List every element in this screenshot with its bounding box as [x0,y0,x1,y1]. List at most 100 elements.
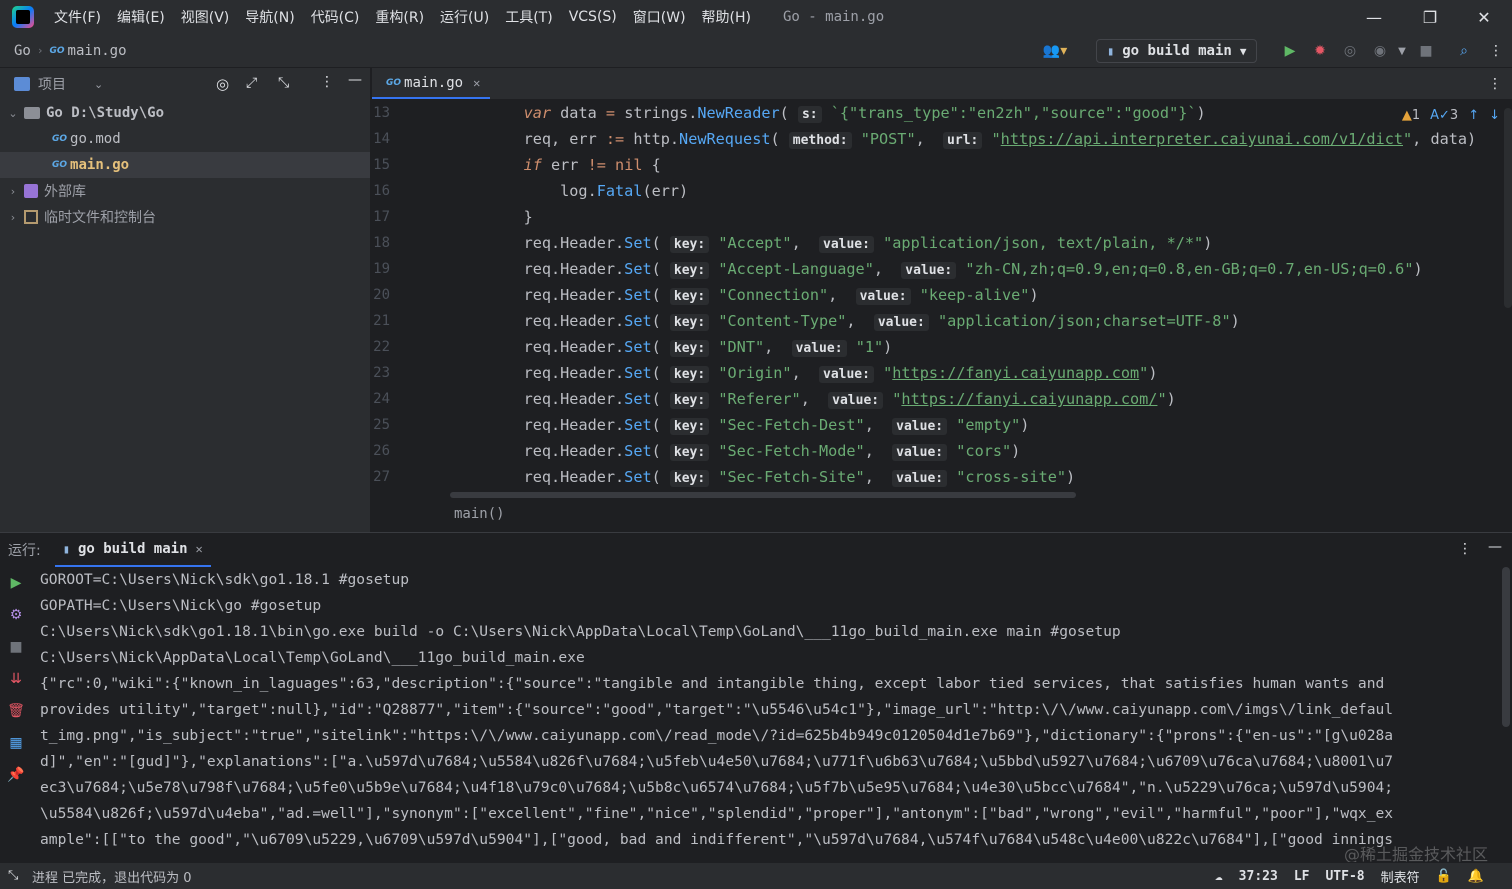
parameter-hint: value: [819,236,874,253]
header-value[interactable]: https://fanyi.caiyunapp.com/ [901,390,1157,408]
method-name: Set [624,468,652,486]
chevron-right-icon[interactable]: › [6,185,20,198]
header-value[interactable]: https://fanyi.caiyunapp.com [892,364,1139,382]
line-number: 15 [373,157,390,173]
identifier: .Header. [551,234,625,252]
run-configuration-selector[interactable]: ▮ go build main ▼ [1096,39,1258,63]
editor-options-icon[interactable]: ⋮ [1488,76,1502,92]
parameter-hint: value: [892,418,948,435]
console-line: GOPATH=C:\Users\Nick\go #gosetup [40,597,322,614]
menu-edit[interactable]: 编辑(E) [109,7,173,27]
parameter-hint: key: [669,444,710,461]
debug-icon[interactable]: ✹ [1312,43,1328,59]
hide-panel-icon[interactable]: — [1488,539,1502,555]
run-icon[interactable]: ▶ [1282,43,1298,59]
console-output[interactable]: GOROOT=C:\Users\Nick\sdk\go1.18.1 #goset… [40,567,1500,853]
run-tab[interactable]: ▮ go build main ✕ [54,533,211,567]
menu-help[interactable]: 帮助(H) [694,7,759,27]
menu-navigate[interactable]: 导航(N) [237,7,302,27]
run-options-icon[interactable]: ⋮ [1458,541,1472,557]
pin-icon[interactable]: 📌 [0,759,32,791]
scroll-to-end-icon[interactable]: ⇊ [0,663,32,695]
layout-icon[interactable]: ▦ [0,727,32,759]
more-icon[interactable]: ⋮ [1488,43,1504,59]
close-tab-icon[interactable]: ✕ [196,542,203,556]
menu-code[interactable]: 代码(C) [303,7,368,27]
stop-icon[interactable]: ■ [1418,43,1434,59]
profile-icon[interactable]: ◉ [1372,43,1388,59]
breadcrumb-project[interactable]: Go [14,43,31,59]
caret-position[interactable]: 37:23 [1239,869,1278,884]
tree-item-label: 临时文件和控制台 [44,210,156,226]
ai-assistant-icon[interactable]: ☁ [1215,869,1223,884]
parameter-hint: url: [943,132,983,149]
coverage-icon[interactable]: ◎ [1342,43,1358,59]
identifier: .Header. [551,364,625,382]
line-number: 25 [373,417,390,433]
close-window-button[interactable]: ✕ [1456,0,1512,34]
search-icon[interactable]: ⌕ [1456,43,1472,59]
method-name: Set [624,234,652,252]
expand-all-icon[interactable]: ⤢ [246,75,257,91]
menu-tools[interactable]: 工具(T) [497,7,560,27]
code-area[interactable]: var data = strings.NewReader( s: `{"tran… [487,100,1507,490]
chevron-right-icon[interactable]: › [6,211,20,224]
minimize-button[interactable]: — [1346,0,1402,34]
menu-view[interactable]: 视图(V) [173,7,238,27]
header-key: Sec-Fetch-Site [727,468,856,486]
more-run-chevron-icon[interactable]: ▼ [1394,43,1410,59]
clear-all-icon[interactable]: 🗑 [0,695,32,727]
stop-icon[interactable]: ■ [0,631,32,663]
notifications-icon[interactable]: 🔔 [1468,869,1484,884]
tree-item-label: go.mod [70,131,121,147]
goland-logo-icon[interactable] [12,6,34,28]
menu-vcs[interactable]: VCS(S) [561,9,625,25]
breadcrumb-file[interactable]: main.go [68,43,127,59]
tab-main-go[interactable]: GO main.go ✕ [372,68,491,99]
project-view-icon [14,77,30,91]
rerun-icon[interactable]: ▶ [0,567,32,599]
header-value: zh-CN,zh;q=0.9,en;q=0.8,en-GB;q=0.7,en-U… [974,260,1405,278]
tree-item-external-libraries[interactable]: › 外部库 [0,178,370,204]
line-number: 21 [373,313,390,329]
hide-panels-icon[interactable]: ⤡ [8,868,18,883]
url-link[interactable]: https://api.interpreter.caiyunai.com/v1/… [1001,130,1403,148]
indent-setting[interactable]: 制表符 [1381,867,1420,886]
horizontal-scrollbar[interactable] [450,492,1076,498]
code-breadcrumb[interactable]: main() [454,506,505,522]
restore-button[interactable]: ❐ [1402,0,1458,34]
menu-file[interactable]: 文件(F) [46,7,109,27]
restore-icon: ❐ [1422,7,1438,27]
collaboration-icon[interactable]: 👥▾ [1040,43,1070,59]
method-name: Set [624,286,652,304]
options-icon[interactable]: ⋮ [320,74,334,90]
tree-item-scratches[interactable]: › 临时文件和控制台 [0,204,370,230]
close-tab-icon[interactable]: ✕ [473,76,480,90]
file-encoding[interactable]: UTF-8 [1325,869,1364,884]
vertical-scrollbar[interactable] [1504,108,1512,308]
library-icon [24,184,38,198]
line-number: 23 [373,365,390,381]
menu-refactor[interactable]: 重构(R) [367,7,432,27]
chevron-down-icon[interactable]: ⌄ [6,107,20,120]
menu-run[interactable]: 运行(U) [432,7,497,27]
console-line: provides utility","target":null},"id":"Q… [40,701,1394,718]
project-title[interactable]: 项目 [38,74,66,94]
tree-item-go-root[interactable]: ⌄ Go D:\Study\Go [0,100,370,126]
lock-icon[interactable]: 🔓 [1436,869,1452,884]
settings-icon[interactable]: ⚙ [0,599,32,631]
tree-item-go-mod[interactable]: GO go.mod [0,126,370,152]
go-file-icon: GO [49,45,65,56]
parameter-hint: value: [892,470,948,487]
line-separator[interactable]: LF [1294,869,1310,884]
console-scrollbar[interactable] [1502,567,1510,727]
locate-icon[interactable]: ◎ [216,75,229,93]
identifier: req [523,390,552,408]
tree-item-main-go[interactable]: GO main.go [0,152,370,178]
tree-item-label: main.go [70,157,130,173]
chevron-down-icon[interactable]: ⌄ [94,78,103,91]
menu-window[interactable]: 窗口(W) [625,7,694,27]
line-number: 16 [373,183,390,199]
hide-panel-icon[interactable]: — [348,72,362,88]
collapse-all-icon[interactable]: ⤡ [278,75,289,91]
